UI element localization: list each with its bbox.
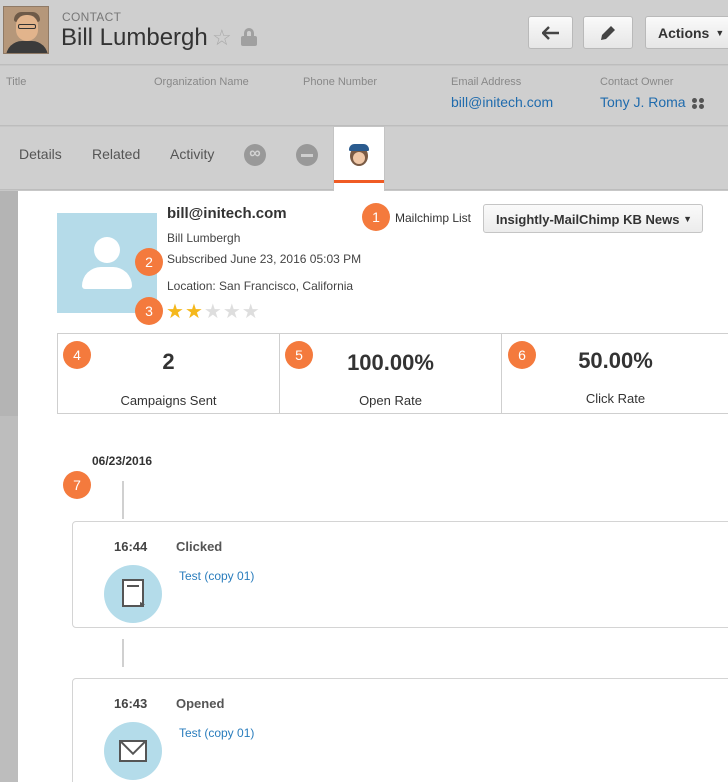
event-time: 16:44 xyxy=(114,539,148,554)
stats-box: 2 Campaigns Sent 100.00% Open Rate 50.00… xyxy=(57,333,728,414)
contact-fields-row: Title Organization Name Phone Number Ema… xyxy=(0,66,728,126)
owner-link[interactable]: Tony J. Roma xyxy=(600,94,686,110)
tab-details[interactable]: Details xyxy=(19,146,62,162)
star-filled-icon: ★ xyxy=(184,301,204,323)
star-empty-icon: ★ xyxy=(203,301,223,323)
stat-value: 50.00% xyxy=(578,348,653,373)
stat-caption: Open Rate xyxy=(359,393,422,408)
document-icon: ▸ xyxy=(104,565,162,623)
stat-value: 2 xyxy=(162,349,175,374)
subscriber-name: Bill Lumbergh xyxy=(167,231,241,245)
actions-dropdown-button[interactable]: Actions ▼ xyxy=(645,16,728,49)
tab-minus-icon[interactable] xyxy=(296,144,318,166)
timeline-connector xyxy=(122,481,124,519)
contact-name: Bill Lumbergh xyxy=(61,24,208,51)
stat-value: 100.00% xyxy=(347,350,434,375)
caret-down-icon: ▼ xyxy=(715,27,725,38)
pencil-icon xyxy=(601,25,615,40)
back-button[interactable] xyxy=(528,16,573,49)
annotation-badge: 2 xyxy=(135,248,163,276)
field-phone: Phone Number xyxy=(303,76,377,94)
mailchimp-panel: bill@initech.com Bill Lumbergh Subscribe… xyxy=(18,191,728,782)
event-type: Clicked xyxy=(176,539,223,554)
field-label: Title xyxy=(6,76,27,88)
annotation-badge: 6 xyxy=(508,341,536,369)
field-label: Organization Name xyxy=(154,76,249,88)
subscriber-location: Location: San Francisco, California xyxy=(167,279,354,293)
tab-integration-icon[interactable] xyxy=(244,144,266,166)
annotation-badge: 1 xyxy=(362,203,390,231)
event-type: Opened xyxy=(176,696,225,711)
email-link[interactable]: bill@initech.com xyxy=(451,94,553,110)
tab-activity[interactable]: Activity xyxy=(170,146,214,162)
field-organization: Organization Name xyxy=(154,76,249,94)
field-title: Title xyxy=(6,76,26,94)
reply-arrow-icon xyxy=(541,25,559,40)
left-gutter xyxy=(0,191,18,782)
tab-related[interactable]: Related xyxy=(92,146,140,162)
mailchimp-icon xyxy=(347,144,371,168)
timeline-event: 16:44 Clicked Test (copy 01) ▸ xyxy=(72,521,728,628)
mailchimp-list-select[interactable]: Insightly-MailChimp KB News ▼ xyxy=(483,204,703,233)
selected-list: Insightly-MailChimp KB News xyxy=(496,212,680,227)
subscriber-email: bill@initech.com xyxy=(167,205,287,222)
campaign-link[interactable]: Test (copy 01) xyxy=(179,726,254,740)
lock-icon[interactable] xyxy=(241,28,257,46)
caret-down-icon: ▼ xyxy=(683,214,692,224)
stat-campaigns-sent: 2 Campaigns Sent xyxy=(58,334,280,413)
timeline-event: 16:43 Opened Test (copy 01) xyxy=(72,678,728,782)
event-time: 16:43 xyxy=(114,696,148,711)
favorite-star-icon[interactable]: ☆ xyxy=(212,25,232,51)
star-filled-icon: ★ xyxy=(166,301,185,323)
field-label: Email Address xyxy=(451,76,522,88)
subscribed-date: Subscribed June 23, 2016 05:03 PM xyxy=(167,252,362,266)
star-empty-icon: ★ xyxy=(222,301,242,323)
field-label: Contact Owner xyxy=(600,76,674,88)
actions-label: Actions xyxy=(658,24,710,41)
tab-mailchimp[interactable] xyxy=(333,126,385,191)
record-type-label: CONTACT xyxy=(62,10,122,24)
campaign-link[interactable]: Test (copy 01) xyxy=(179,569,254,583)
annotation-badge: 5 xyxy=(285,341,313,369)
record-header: CONTACT Bill Lumbergh ☆ Actions ▼ xyxy=(0,0,728,65)
field-label: Phone Number xyxy=(303,76,377,88)
envelope-icon xyxy=(104,722,162,780)
people-icon xyxy=(692,98,706,110)
annotation-badge: 7 xyxy=(63,471,91,499)
contact-avatar[interactable] xyxy=(3,6,49,54)
annotation-badge: 4 xyxy=(63,341,91,369)
field-email: Email Address bill@initech.com xyxy=(451,76,553,110)
edit-button[interactable] xyxy=(583,16,633,49)
stat-caption: Campaigns Sent xyxy=(120,393,217,408)
member-rating: ★★★★★ xyxy=(166,299,261,324)
mailchimp-list-label: Mailchimp List xyxy=(395,211,472,225)
annotation-badge: 3 xyxy=(135,297,163,325)
star-empty-icon: ★ xyxy=(241,301,261,323)
stat-click-rate: 50.00% Click Rate xyxy=(502,334,728,413)
stat-caption: Click Rate xyxy=(585,391,646,406)
field-owner: Contact Owner Tony J. Roma xyxy=(600,76,706,110)
timeline-date: 06/23/2016 xyxy=(92,454,153,468)
stat-open-rate: 100.00% Open Rate xyxy=(280,334,502,413)
timeline-connector xyxy=(122,639,124,667)
